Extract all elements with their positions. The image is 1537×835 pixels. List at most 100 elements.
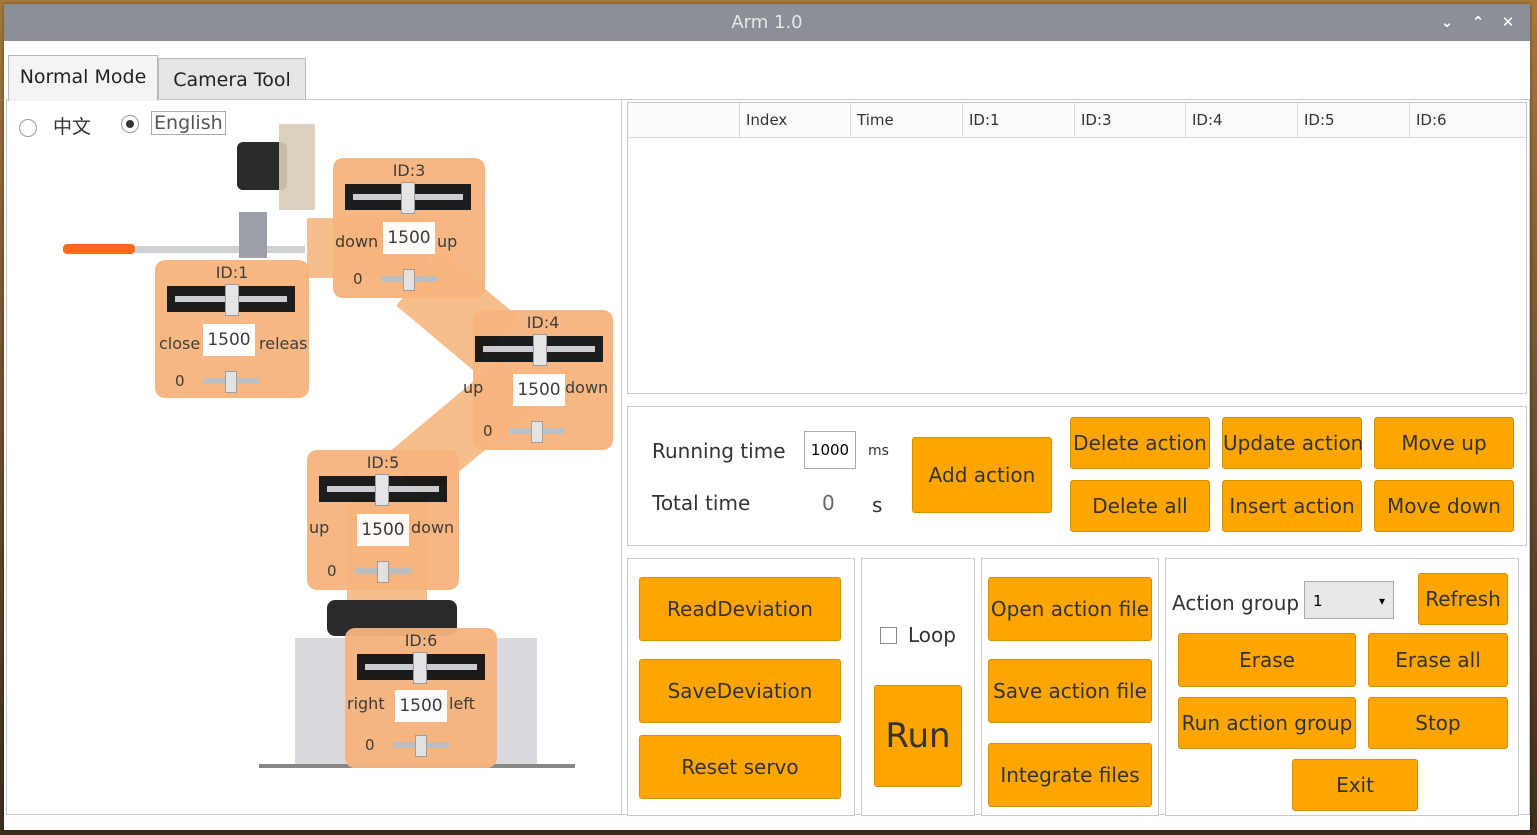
tab-content: 中文 English ID:1 close 1500 releas 0 ID:3…	[6, 99, 1530, 816]
integrate-files-button[interactable]: Integrate files	[988, 743, 1152, 807]
app-window: Arm 1.0 ⌄ ⌃ ✕ Normal Mode Camera Tool 中文…	[4, 4, 1530, 830]
servo-deviation-value: 0	[175, 372, 185, 390]
table-header: Index Time ID:1 ID:3 ID:4 ID:5 ID:6	[628, 103, 1526, 138]
running-time-input[interactable]: 1000	[804, 431, 856, 469]
deviation-knob[interactable]	[531, 421, 543, 443]
slider-thumb[interactable]	[401, 182, 415, 214]
deviation-knob[interactable]	[415, 735, 427, 757]
action-edit-group: Running time 1000 ms Total time 0 s Add …	[627, 406, 1527, 546]
servo-left-label: close	[159, 334, 201, 353]
col-header-id6[interactable]: ID:6	[1409, 103, 1526, 137]
save-action-file-button[interactable]: Save action file	[988, 659, 1152, 723]
action-group-selected: 1	[1313, 592, 1323, 610]
deviation-slider[interactable]	[203, 371, 259, 393]
servo-value-field[interactable]: 1500	[383, 222, 435, 254]
save-deviation-button[interactable]: SaveDeviation	[639, 659, 841, 723]
deviation-knob[interactable]	[377, 561, 389, 583]
servo-slider[interactable]	[357, 652, 485, 684]
run-group: Loop Run	[861, 558, 975, 816]
deviation-slider[interactable]	[355, 561, 411, 583]
servo-right-label: down	[565, 378, 609, 397]
move-up-button[interactable]: Move up	[1374, 417, 1514, 469]
total-time-value: 0	[822, 491, 835, 515]
servo-slider[interactable]	[345, 182, 471, 214]
action-table[interactable]: Index Time ID:1 ID:3 ID:4 ID:5 ID:6	[627, 102, 1527, 394]
servo-left-label: up	[309, 518, 330, 537]
insert-action-button[interactable]: Insert action	[1222, 480, 1362, 532]
servo-panel-id3: ID:3 down 1500 up 0	[333, 158, 485, 298]
loop-checkbox[interactable]	[880, 627, 897, 644]
add-action-button[interactable]: Add action	[912, 437, 1052, 513]
servo-panel-id1: ID:1 close 1500 releas 0	[155, 260, 309, 398]
servo-slider[interactable]	[319, 474, 447, 506]
deviation-slider[interactable]	[381, 269, 437, 291]
servo-value-field[interactable]: 1500	[513, 374, 565, 406]
tab-normal-mode[interactable]: Normal Mode	[8, 55, 158, 101]
lang-option-cn[interactable]: 中文	[19, 112, 91, 139]
delete-all-button[interactable]: Delete all	[1070, 480, 1210, 532]
minimize-icon[interactable]: ⌄	[1434, 4, 1460, 41]
servo-id-label: ID:1	[215, 263, 249, 282]
read-deviation-button[interactable]: ReadDeviation	[639, 577, 841, 641]
radio-cn[interactable]	[19, 118, 37, 137]
servo-deviation-value: 0	[327, 562, 337, 580]
action-group-panel: Action group 1 ▾ Refresh Erase Erase all…	[1165, 558, 1519, 816]
maximize-icon[interactable]: ⌃	[1465, 4, 1491, 41]
servo-id-label: ID:5	[366, 453, 400, 472]
tab-camera-tool[interactable]: Camera Tool	[158, 58, 306, 101]
delete-action-button[interactable]: Delete action	[1070, 417, 1210, 469]
close-icon[interactable]: ✕	[1495, 4, 1521, 41]
update-action-button[interactable]: Update action	[1222, 417, 1363, 469]
total-time-unit: s	[872, 493, 883, 517]
servo-value-field[interactable]: 1500	[357, 514, 409, 546]
run-button[interactable]: Run	[874, 685, 962, 787]
col-header-time[interactable]: Time	[850, 103, 961, 137]
file-group: Open action file Save action file Integr…	[981, 558, 1159, 816]
action-group-select[interactable]: 1 ▾	[1304, 581, 1394, 619]
window-title: Arm 1.0	[731, 12, 803, 33]
deviation-slider[interactable]	[509, 421, 565, 443]
slider-thumb[interactable]	[375, 474, 389, 506]
erase-all-button[interactable]: Erase all	[1368, 633, 1508, 687]
servo-value-field[interactable]: 1500	[395, 690, 447, 722]
reset-servo-button[interactable]: Reset servo	[639, 735, 841, 799]
servo-deviation-value: 0	[365, 736, 375, 754]
radio-en[interactable]	[121, 114, 139, 133]
slider-thumb[interactable]	[533, 334, 547, 366]
deviation-knob[interactable]	[403, 269, 415, 291]
refresh-button[interactable]: Refresh	[1418, 573, 1508, 625]
col-header-select[interactable]	[628, 103, 738, 137]
run-action-group-button[interactable]: Run action group	[1178, 697, 1356, 749]
servo-slider[interactable]	[167, 284, 295, 316]
col-header-id4[interactable]: ID:4	[1185, 103, 1296, 137]
servo-deviation-value: 0	[483, 422, 493, 440]
servo-right-label: releas	[259, 334, 308, 353]
servo-right-label: up	[437, 232, 458, 251]
stop-button[interactable]: Stop	[1368, 697, 1508, 749]
servo-slider[interactable]	[475, 334, 603, 366]
action-group-label: Action group	[1172, 591, 1300, 615]
open-action-file-button[interactable]: Open action file	[988, 577, 1152, 641]
servo-left-label: down	[335, 232, 379, 251]
col-header-id1[interactable]: ID:1	[962, 103, 1073, 137]
lang-en-label: English	[151, 111, 226, 135]
col-header-index[interactable]: Index	[739, 103, 850, 137]
exit-button[interactable]: Exit	[1292, 759, 1418, 811]
servo-right-label: left	[449, 694, 475, 713]
deviation-slider[interactable]	[393, 735, 449, 757]
servo-deviation-value: 0	[353, 270, 363, 288]
servo-value-field[interactable]: 1500	[203, 324, 255, 356]
erase-button[interactable]: Erase	[1178, 633, 1356, 687]
gripper-finger	[63, 244, 135, 254]
lang-option-en[interactable]: English	[121, 111, 226, 135]
deviation-knob[interactable]	[225, 371, 237, 393]
servo-panel-id5: ID:5 up 1500 down 0	[307, 450, 459, 590]
servo-left-label: right	[347, 694, 385, 713]
col-header-id5[interactable]: ID:5	[1297, 103, 1408, 137]
camera-bracket	[279, 124, 315, 210]
slider-thumb[interactable]	[413, 652, 427, 684]
servo-left-label: up	[463, 378, 484, 397]
slider-thumb[interactable]	[225, 284, 239, 316]
col-header-id3[interactable]: ID:3	[1074, 103, 1185, 137]
move-down-button[interactable]: Move down	[1374, 480, 1514, 532]
